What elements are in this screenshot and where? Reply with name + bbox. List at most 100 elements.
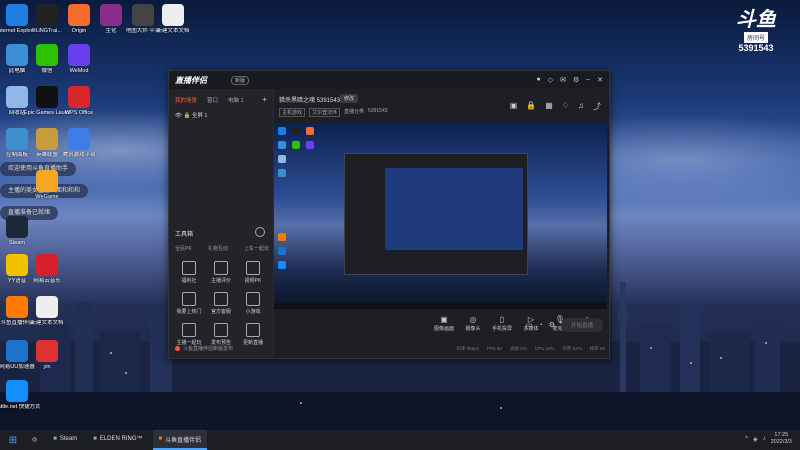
source-toolbar: ▣图像画面◎摄像头▯手机投屏▷多媒体🎙麦克风🔈扬声器 ▭ ◔ ⚙ 开始直播 — [274, 309, 609, 341]
taskbar-app[interactable]: ■ 斗鱼直播伴侣 — [152, 430, 208, 450]
app-logo: 直播伴侣 — [175, 76, 207, 85]
douyu-logo: 斗鱼 — [736, 9, 776, 31]
status-item: FPS 60 — [486, 346, 502, 351]
room-title: 猎杀黑暗之魂 5391543 — [279, 98, 341, 104]
gear-icon[interactable]: ⚙ — [549, 321, 555, 329]
tab-pc[interactable]: 电脑 1 — [228, 96, 244, 104]
desktop-shortcut[interactable]: 新建文本文档 — [24, 296, 70, 326]
scene-item[interactable]: 👁 🔒 全屏 1 — [175, 111, 207, 119]
desktop-shortcut-label: WPS Office — [64, 110, 94, 116]
volume-icon[interactable]: ♪ — [763, 436, 766, 442]
fans-icon[interactable]: ♢ — [562, 101, 569, 112]
desktop-shortcut[interactable]: Battle.net 快捷方式 — [0, 380, 40, 410]
desktop-shortcut[interactable]: yin — [24, 340, 70, 370]
tool-item[interactable]: 主播一起玩 — [173, 323, 205, 346]
lol-icon — [36, 128, 58, 150]
taskbar-app[interactable]: ■ ELDEN RING™ — [87, 430, 148, 450]
tag-category[interactable]: 主机游戏 — [279, 108, 306, 117]
lock-icon[interactable]: 🔒 — [526, 101, 536, 112]
edit-room-button[interactable]: 修改 — [340, 94, 359, 103]
source-label: 图像画面 — [434, 326, 455, 332]
tool-item[interactable]: 官方客服 — [205, 292, 237, 315]
record-icon[interactable]: ▭ — [526, 321, 533, 329]
avatar-icon[interactable]: ● — [536, 76, 540, 84]
beauty-icon[interactable]: ◔ — [538, 322, 542, 329]
tool-item[interactable]: 福利社 — [173, 261, 205, 284]
desktop-shortcut-label: Battle.net 快捷方式 — [0, 404, 40, 410]
status-bar: 码率 0kbps FPS 60 丢帧 0% CPU 10% 内存 52% 帧率 60 — [274, 343, 609, 357]
preview-icon — [292, 127, 300, 135]
tool-item[interactable]: 视频PK — [237, 261, 269, 284]
clock[interactable]: 17:25 2022/3/3 — [771, 432, 792, 446]
desktop-shortcut[interactable]: WeMod — [56, 44, 102, 74]
grid-icon[interactable]: ▦ — [545, 101, 553, 112]
skin-icon[interactable]: ◇ — [548, 76, 553, 84]
tool-item[interactable]: 主播评价 — [205, 261, 237, 284]
desktop-shortcut[interactable]: 腾讯游戏平台 — [56, 128, 102, 158]
steam-icon — [6, 216, 28, 238]
bell-icon[interactable]: ♫ — [578, 101, 584, 112]
preview-icon — [306, 127, 314, 135]
tool-item[interactable]: 小游戏 — [237, 292, 269, 315]
preview-icon — [306, 141, 314, 149]
chevron-up-icon[interactable]: ^ — [745, 436, 748, 442]
douyu-icon: ■ — [158, 436, 163, 442]
mode-gift[interactable]: 礼物互动 — [208, 245, 228, 252]
info-dot-icon — [175, 346, 180, 352]
desktop-shortcut[interactable]: 新建文本文档 — [150, 4, 196, 34]
tool-label: 小游戏 — [245, 309, 261, 315]
status-item: 丢帧 0% — [509, 346, 527, 351]
mode-pk[interactable]: 全民PK — [175, 245, 192, 252]
version-badge[interactable]: 新版 — [231, 76, 250, 85]
desktop-shortcut-label: yin — [43, 364, 51, 370]
source-label: 摄像头 — [465, 326, 481, 332]
tag-room: 5391543 — [368, 108, 388, 114]
folder-red-icon — [36, 340, 58, 362]
tab-window[interactable]: 窗口 — [207, 96, 218, 104]
close-icon[interactable]: ✕ — [597, 76, 603, 84]
tool-label: 官方客服 — [210, 309, 231, 315]
desktop-shortcut[interactable]: Steam — [0, 216, 40, 246]
battlenet-icon — [6, 380, 28, 402]
desktop-shortcut-label: 新建文本文档 — [156, 28, 190, 34]
minimize-icon[interactable]: – — [586, 76, 590, 84]
toolbox-toggle-icon[interactable] — [255, 227, 265, 237]
tool-label: 福利社 — [181, 278, 197, 284]
screenshot-icon[interactable]: ▣ — [510, 101, 518, 112]
desktop-shortcut[interactable]: 网易云音乐 — [24, 254, 70, 284]
desktop-shortcut[interactable]: WeGame — [24, 170, 70, 200]
system-tray: ^ ◈ ♪ 17:25 2022/3/3 — [745, 432, 792, 446]
start-live-button[interactable]: 开始直播 — [560, 318, 603, 332]
taskbar: ⊞ ◎ ■ Steam ■ ELDEN RING™ ■ 斗鱼直播伴侣 ^ ◈ ♪ 17:2… — [0, 430, 800, 450]
mode-together[interactable]: 上车一起玩 — [244, 245, 269, 252]
tab-my-scenes[interactable]: 我的场景 — [175, 96, 197, 104]
preview-icon — [278, 261, 286, 269]
message-icon[interactable]: ✉ — [560, 76, 566, 84]
source-button[interactable]: ▯ 手机投屏 — [492, 315, 512, 332]
stream-preview[interactable] — [274, 123, 607, 309]
windows-start-icon[interactable]: ⊞ — [4, 431, 22, 449]
clock-time: 17:25 — [774, 432, 789, 438]
tool-item[interactable]: 我要上热门 — [173, 292, 205, 315]
desktop-shortcut[interactable]: WPS Office — [56, 86, 102, 116]
desktop-shortcut-label: 网易云音乐 — [33, 278, 61, 284]
tool-item[interactable]: 更新直播 — [237, 323, 269, 346]
tool-item[interactable]: 发布预告 — [205, 323, 237, 346]
status-item: 内存 52% — [562, 346, 582, 351]
share-icon[interactable]: ⤴ — [593, 101, 601, 112]
left-footer[interactable]: 斗鱼直播伴侣新版发布 — [175, 345, 233, 352]
desktop-shortcut-label: 新建文本文档 — [30, 320, 64, 326]
elden-ring-icon: ■ — [93, 436, 97, 442]
tag-game[interactable]: 艾尔登法环 — [309, 108, 341, 117]
settings-icon[interactable]: ⚙ — [573, 76, 579, 84]
room-number: 5391543 — [738, 43, 774, 53]
taskbar-app[interactable]: ■ Steam — [47, 430, 83, 450]
taskbar-search-icon[interactable]: ◎ — [26, 430, 43, 450]
network-icon[interactable]: ◈ — [753, 436, 758, 443]
toolbox-title: 工具箱 — [175, 232, 194, 238]
add-scene-icon[interactable]: + — [262, 95, 267, 104]
source-button[interactable]: ▣ 图像画面 — [434, 315, 454, 332]
source-button[interactable]: ◎ 摄像头 — [463, 315, 483, 332]
room-header: 猎杀黑暗之魂 5391543 修改 主机游戏 艾尔登法环 直播分类 539154… — [274, 89, 609, 127]
preview-icon — [278, 247, 286, 255]
